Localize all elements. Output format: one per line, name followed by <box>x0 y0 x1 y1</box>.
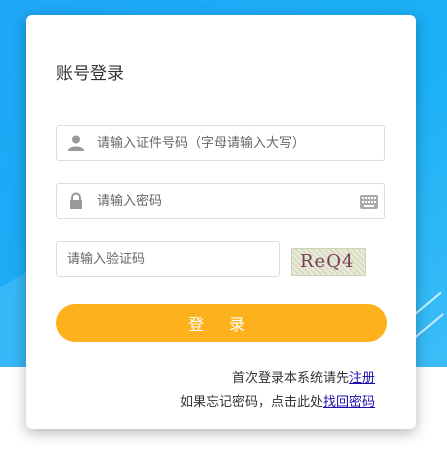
captcha-image[interactable]: ReQ4 <box>291 248 366 276</box>
login-title: 账号登录 <box>56 64 124 84</box>
lock-icon <box>70 192 82 209</box>
captcha-input[interactable] <box>67 242 267 276</box>
register-link[interactable]: 注册 <box>349 371 375 386</box>
login-card: 账号登录 ReQ4 登 录 首次登录本系统请先注册 <box>26 15 416 429</box>
forgot-prefix: 如果忘记密码，点击此处 <box>179 395 323 410</box>
user-icon <box>68 135 84 151</box>
forgot-password-link[interactable]: 找回密码 <box>323 395 375 410</box>
register-prefix: 首次登录本系统请先 <box>231 371 349 386</box>
login-button[interactable]: 登 录 <box>56 304 387 342</box>
password-field[interactable] <box>56 183 385 219</box>
captcha-field[interactable] <box>56 241 280 277</box>
captcha-text: ReQ4 <box>300 251 355 272</box>
register-line: 首次登录本系统请先注册 <box>232 367 375 386</box>
forgot-line: 如果忘记密码，点击此处找回密码 <box>180 391 375 410</box>
password-input[interactable] <box>97 184 367 218</box>
keyboard-icon[interactable] <box>360 195 378 209</box>
id-number-input[interactable] <box>97 126 367 160</box>
id-number-field[interactable] <box>56 125 385 161</box>
